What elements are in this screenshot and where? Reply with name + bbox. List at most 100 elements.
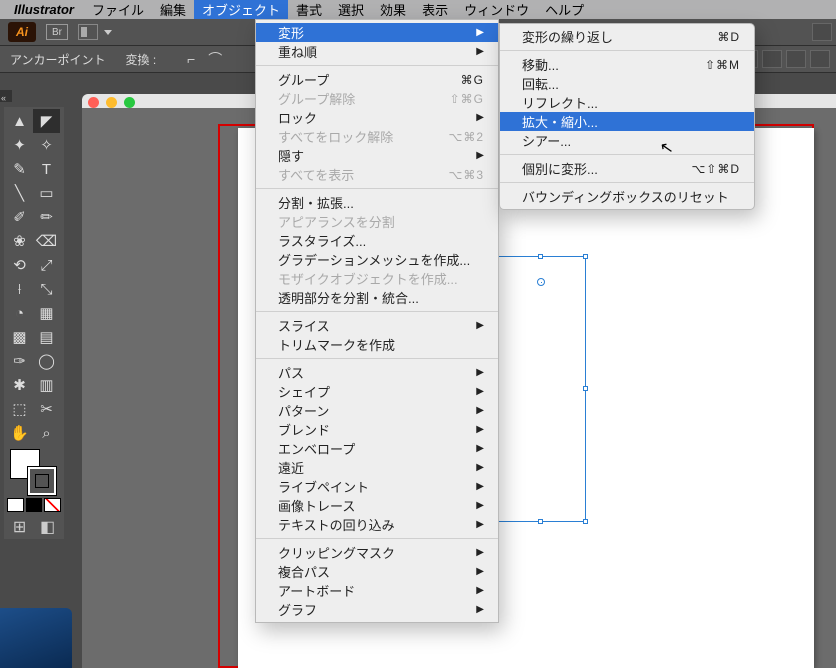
- mi-transform[interactable]: 変形▶: [256, 23, 498, 42]
- mi-trim-marks[interactable]: トリムマークを作成: [256, 335, 498, 354]
- eyedropper-tool[interactable]: ✑: [6, 349, 33, 373]
- direct-selection-tool[interactable]: ◤: [33, 109, 60, 133]
- selected-rectangle[interactable]: [496, 256, 586, 522]
- mi-envelope[interactable]: エンベロープ▶: [256, 439, 498, 458]
- menu-effect[interactable]: 効果: [372, 0, 414, 19]
- paintbrush-tool[interactable]: ✐: [6, 205, 33, 229]
- convert-corner-icon[interactable]: ⌐: [182, 50, 200, 68]
- mi-rotate[interactable]: 回転...: [500, 74, 754, 93]
- selection-tool[interactable]: ▲: [6, 109, 33, 133]
- line-tool[interactable]: ╲: [6, 181, 33, 205]
- mi-arrange[interactable]: 重ね順▶: [256, 42, 498, 61]
- mi-compound[interactable]: 複合パス▶: [256, 562, 498, 581]
- mi-blend[interactable]: ブレンド▶: [256, 420, 498, 439]
- gradient-tool[interactable]: ▤: [33, 325, 60, 349]
- mi-rasterize[interactable]: ラスタライズ...: [256, 231, 498, 250]
- mi-perspective[interactable]: 遠近▶: [256, 458, 498, 477]
- handle-bm[interactable]: [538, 519, 543, 524]
- mi-pattern[interactable]: パターン▶: [256, 401, 498, 420]
- artboard-tool[interactable]: ⬚: [6, 397, 33, 421]
- blend-tool[interactable]: ◯: [33, 349, 60, 373]
- mi-group[interactable]: グループ⌘G: [256, 70, 498, 89]
- mi-expand[interactable]: 分割・拡張...: [256, 193, 498, 212]
- center-point-icon: [537, 278, 545, 286]
- zoom-tool[interactable]: ⌕: [33, 421, 60, 445]
- zoom-icon[interactable]: [124, 97, 135, 108]
- mi-move[interactable]: 移動...⇧⌘M: [500, 55, 754, 74]
- mi-gradient-mesh[interactable]: グラデーションメッシュを作成...: [256, 250, 498, 269]
- rectangle-tool[interactable]: ▭: [33, 181, 60, 205]
- menu-type[interactable]: 書式: [288, 0, 330, 19]
- bridge-icon[interactable]: Br: [46, 24, 68, 40]
- screen-mode-icon[interactable]: ⊞: [13, 517, 26, 537]
- handle-br[interactable]: [583, 519, 588, 524]
- none-mode-icon[interactable]: [44, 498, 61, 512]
- mi-path[interactable]: パス▶: [256, 363, 498, 382]
- mi-hide[interactable]: 隠す▶: [256, 146, 498, 165]
- mi-live-paint[interactable]: ライブペイント▶: [256, 477, 498, 496]
- handle-tm[interactable]: [538, 254, 543, 259]
- mi-reflect[interactable]: リフレクト...: [500, 93, 754, 112]
- color-mode-icon[interactable]: [7, 498, 24, 512]
- pencil-tool[interactable]: ✏: [33, 205, 60, 229]
- mi-shape[interactable]: シェイプ▶: [256, 382, 498, 401]
- handle-mr[interactable]: [583, 386, 588, 391]
- selection-type-label: アンカーポイント: [10, 51, 106, 68]
- mi-lock[interactable]: ロック▶: [256, 108, 498, 127]
- width-tool[interactable]: ⟊: [6, 277, 33, 301]
- menu-object[interactable]: オブジェクト: [194, 0, 288, 19]
- mi-clip-mask[interactable]: クリッピングマスク▶: [256, 543, 498, 562]
- stroke-swatch-icon[interactable]: [28, 467, 56, 495]
- arrange-documents-dropdown-icon[interactable]: [104, 30, 112, 35]
- gradient-mode-icon[interactable]: [26, 498, 43, 512]
- tools-panel: ▲ ◤ ✦ ✧ ✎ T ╲ ▭ ✐ ✏ ❀ ⌫ ⟲ ⤢ ⟊ ⤡ ◔ ▦ ▩ ▤ …: [4, 107, 64, 539]
- perspective-tool[interactable]: ▦: [33, 301, 60, 325]
- mi-transform-each[interactable]: 個別に変形...⌥⇧⌘D: [500, 159, 754, 178]
- scale-tool[interactable]: ⤢: [33, 253, 60, 277]
- ctrl-btn-3[interactable]: [762, 50, 782, 68]
- lasso-tool[interactable]: ✧: [33, 133, 60, 157]
- fill-stroke-swatch[interactable]: [8, 449, 60, 493]
- slice-tool[interactable]: ✂: [33, 397, 60, 421]
- mi-flatten[interactable]: 透明部分を分割・統合...: [256, 288, 498, 307]
- menu-file[interactable]: ファイル: [84, 0, 152, 19]
- shape-builder-tool[interactable]: ◔: [6, 301, 33, 325]
- hand-tool[interactable]: ✋: [6, 421, 33, 445]
- type-tool[interactable]: T: [33, 157, 60, 181]
- menu-window[interactable]: ウィンドウ: [456, 0, 537, 19]
- blob-brush-tool[interactable]: ❀: [6, 229, 33, 253]
- convert-smooth-icon[interactable]: ⌒: [206, 50, 224, 68]
- mi-shear[interactable]: シアー...: [500, 131, 754, 150]
- mi-slice[interactable]: スライス▶: [256, 316, 498, 335]
- pen-tool[interactable]: ✎: [6, 157, 33, 181]
- menu-view[interactable]: 表示: [414, 0, 456, 19]
- mi-transform-again[interactable]: 変形の繰り返し⌘D: [500, 27, 754, 46]
- ctrl-btn-4[interactable]: [786, 50, 806, 68]
- app-name[interactable]: Illustrator: [14, 2, 74, 17]
- close-icon[interactable]: [88, 97, 99, 108]
- minimize-icon[interactable]: [106, 97, 117, 108]
- mi-text-wrap[interactable]: テキストの回り込み▶: [256, 515, 498, 534]
- mi-artboards[interactable]: アートボード▶: [256, 581, 498, 600]
- menu-select[interactable]: 選択: [330, 0, 372, 19]
- frame-btn-4[interactable]: [812, 23, 832, 41]
- symbol-spray-tool[interactable]: ✱: [6, 373, 33, 397]
- mi-reset-bounding-box[interactable]: バウンディングボックスのリセット: [500, 187, 754, 206]
- mi-image-trace[interactable]: 画像トレース▶: [256, 496, 498, 515]
- menu-edit[interactable]: 編集: [152, 0, 194, 19]
- panel-collapse-icon[interactable]: [0, 90, 12, 102]
- menu-help[interactable]: ヘルプ: [537, 0, 592, 19]
- ctrl-btn-5[interactable]: [810, 50, 830, 68]
- eraser-tool[interactable]: ⌫: [33, 229, 60, 253]
- dock-preview: [0, 608, 72, 668]
- rotate-tool[interactable]: ⟲: [6, 253, 33, 277]
- mesh-tool[interactable]: ▩: [6, 325, 33, 349]
- change-screen-icon[interactable]: ◧: [40, 517, 55, 537]
- arrange-documents-icon[interactable]: [78, 24, 98, 40]
- free-transform-tool[interactable]: ⤡: [33, 277, 60, 301]
- mi-graph[interactable]: グラフ▶: [256, 600, 498, 619]
- handle-tr[interactable]: [583, 254, 588, 259]
- mi-scale[interactable]: 拡大・縮小...: [500, 112, 754, 131]
- graph-tool[interactable]: ▥: [33, 373, 60, 397]
- magic-wand-tool[interactable]: ✦: [6, 133, 33, 157]
